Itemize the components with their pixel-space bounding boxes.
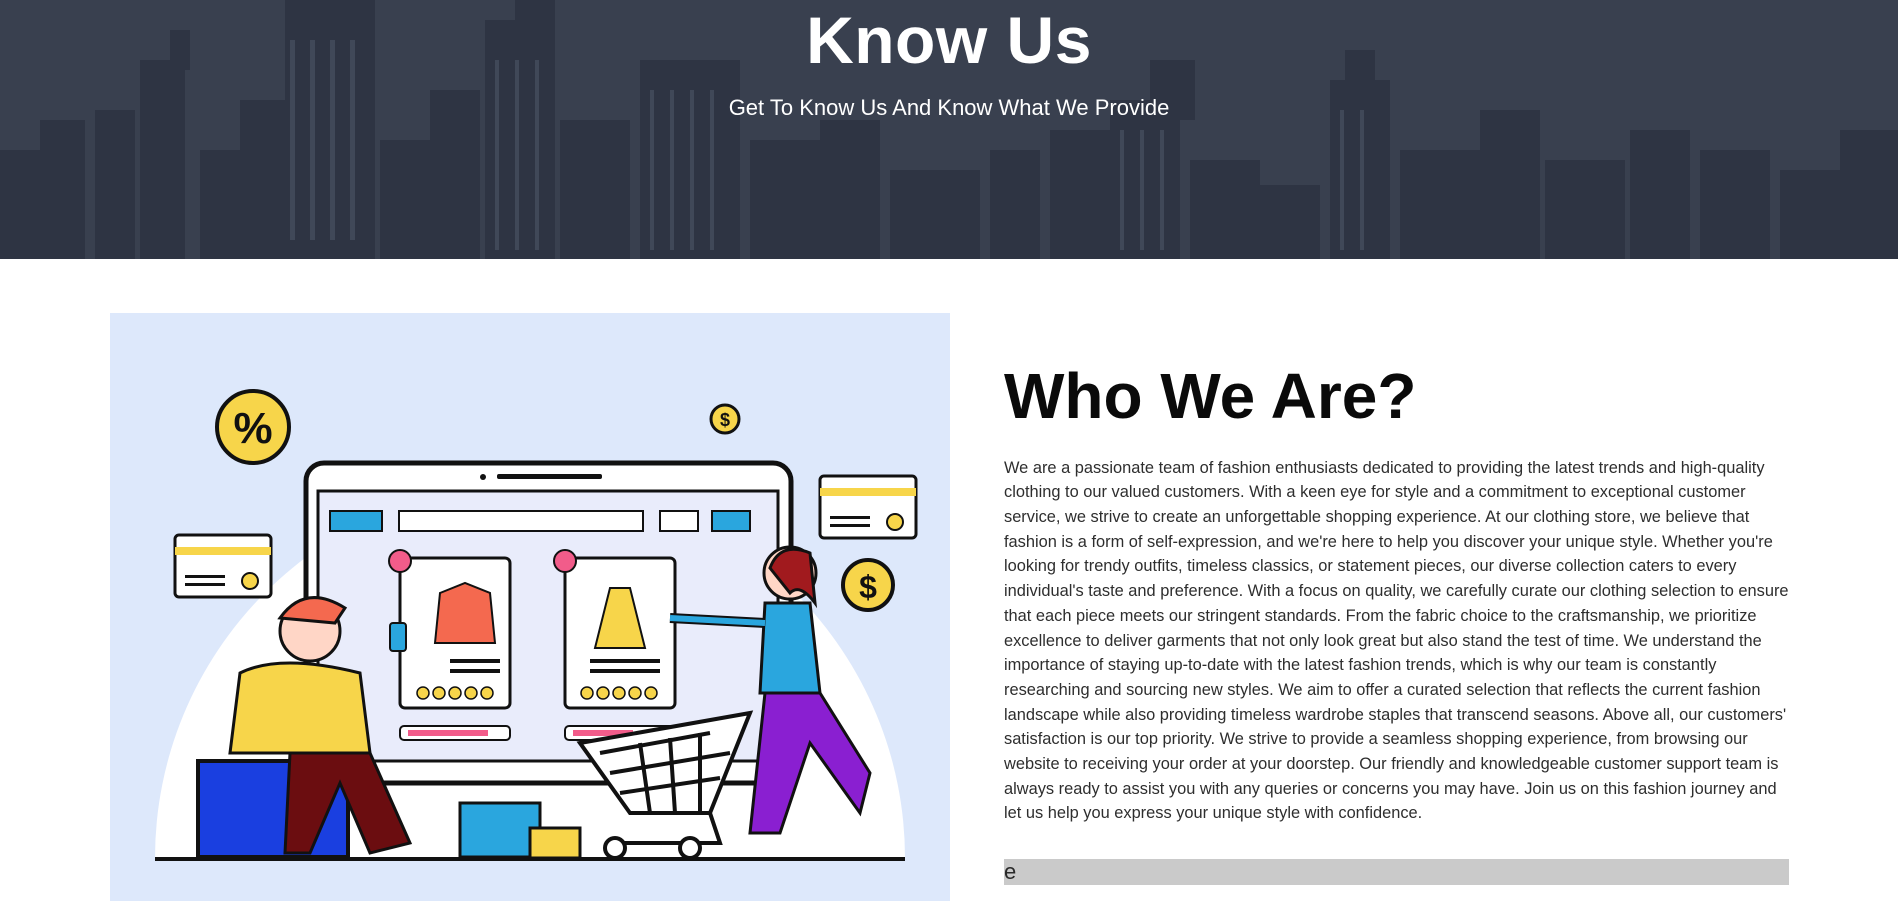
coin-small-icon: $ <box>709 403 741 435</box>
credit-card-left-icon <box>173 533 273 599</box>
hero-subtitle: Get To Know Us And Know What We Provide <box>728 95 1170 120</box>
online-shopping-illustration: % $ $ <box>155 389 918 861</box>
truncated-bar-text: e <box>1004 859 1017 884</box>
credit-card-right-icon <box>818 474 918 540</box>
about-body-text: We are a passionate team of fashion enth… <box>1004 458 1789 823</box>
svg-text:$: $ <box>720 410 730 430</box>
about-heading: Who We Are? <box>1004 360 1417 432</box>
hero-banner: Know Us Get To Know Us And Know What We … <box>0 0 1898 259</box>
svg-text:$: $ <box>859 569 877 605</box>
shopping-illustration: % $ $ <box>110 313 950 901</box>
truncated-content-bar: e <box>1004 859 1789 885</box>
percent-badge-icon: % <box>215 389 291 465</box>
hero-title: Know Us <box>806 3 1092 77</box>
svg-text:%: % <box>233 404 272 453</box>
coin-large-icon: $ <box>841 558 895 612</box>
about-section: Who We Are? We are a passionate team of … <box>1004 360 1789 826</box>
